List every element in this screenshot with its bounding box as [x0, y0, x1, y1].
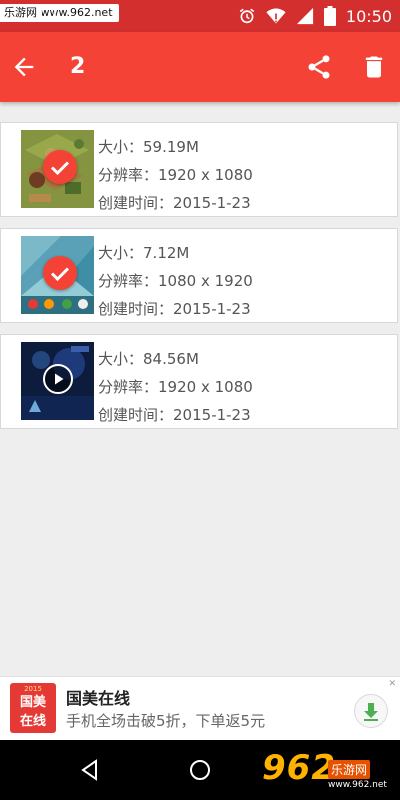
ad-close-icon[interactable]: ✕ [388, 679, 396, 689]
watermark-big-text: 962 [262, 748, 336, 788]
file-created: 创建时间：2015-1-23 [98, 194, 251, 212]
cell-signal-icon [296, 7, 313, 25]
battery-icon [323, 6, 336, 26]
play-badge [43, 364, 73, 394]
file-thumbnail [21, 236, 94, 314]
check-icon [50, 161, 70, 176]
file-size: 大小：7.12M [98, 244, 190, 262]
file-thumbnail [21, 342, 94, 420]
file-item[interactable]: 大小：7.12M 分辨率：1080 x 1920 创建时间：2015-1-23 [0, 228, 398, 323]
ad-logo-text-line2: 在线 [19, 714, 46, 729]
share-icon[interactable] [305, 53, 333, 81]
download-icon [364, 703, 378, 721]
ad-subtitle: 手机全场击破5折，下单返5元 [66, 712, 266, 730]
file-resolution: 分辨率：1920 x 1080 [98, 166, 253, 184]
play-icon [55, 373, 64, 385]
file-resolution: 分辨率：1080 x 1920 [98, 272, 253, 290]
file-size: 大小：59.19M [98, 138, 199, 156]
file-thumbnail [21, 130, 94, 208]
navigation-bar: 962 乐游网 www.962.net [0, 740, 400, 800]
status-bar: 乐游网 www.962.net 10:50 [0, 0, 400, 32]
notification-image-icon [40, 6, 56, 20]
toolbar: 2 [0, 32, 400, 102]
wifi-icon [266, 8, 286, 24]
check-icon [50, 267, 70, 282]
watermark-bottom-right: 962 乐游网 www.962.net [258, 748, 396, 794]
ad-logo-text-line1: 国美 [19, 695, 46, 710]
status-time: 10:50 [345, 6, 392, 26]
watermark-domain: www.962.net [328, 780, 387, 790]
nav-home-icon[interactable] [188, 758, 212, 782]
ad-title: 国美在线 [66, 689, 131, 708]
nav-back-icon[interactable] [78, 758, 102, 782]
selected-check-badge [43, 256, 77, 290]
delete-icon[interactable] [360, 53, 388, 81]
ad-logo: 2015 国美 在线 [10, 683, 56, 733]
alarm-icon [239, 8, 255, 24]
watermark-site-name: 乐游网 [328, 760, 371, 779]
file-created: 创建时间：2015-1-23 [98, 406, 251, 424]
ad-banner[interactable]: 2015 国美 在线 国美在线 手机全场击破5折，下单返5元 ✕ [0, 676, 400, 741]
status-icons: 10:50 [238, 0, 392, 32]
file-resolution: 分辨率：1920 x 1080 [98, 378, 253, 396]
ad-download-button[interactable] [354, 694, 388, 728]
selected-check-badge [43, 150, 77, 184]
file-size: 大小：84.56M [98, 350, 199, 368]
file-created: 创建时间：2015-1-23 [98, 300, 251, 318]
arrow-back-icon[interactable] [10, 53, 38, 81]
watermark-top-left: 乐游网 www.962.net [0, 4, 119, 22]
file-item[interactable]: 大小：84.56M 分辨率：1920 x 1080 创建时间：2015-1-23 [0, 334, 398, 429]
ad-logo-year: 2015 [24, 685, 42, 693]
file-item[interactable]: 大小：59.19M 分辨率：1920 x 1080 创建时间：2015-1-23 [0, 122, 398, 217]
selection-count-title: 2 [70, 54, 86, 79]
screen: 乐游网 www.962.net 10:50 2 大小：59.19M 分辨率：19… [0, 0, 400, 800]
